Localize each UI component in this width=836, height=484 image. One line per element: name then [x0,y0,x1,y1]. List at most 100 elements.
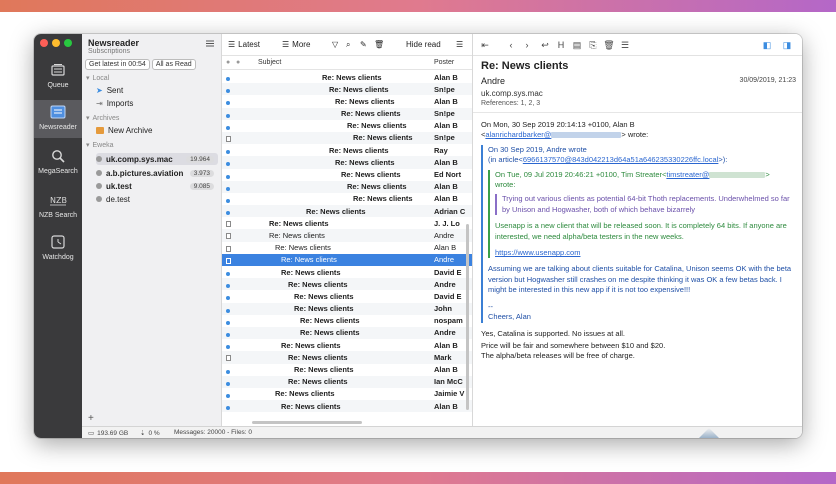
article-row[interactable]: Re: News clients Sn!pe [222,107,472,120]
row-subject: Re: News clients [300,328,360,338]
article-row[interactable]: Re: News clients Alan B [222,242,472,254]
group-name: uk.comp.sys.mac [106,154,173,164]
article-row[interactable]: Re: News clients Sn!pe [222,131,472,145]
unread-dot-icon [226,98,230,107]
article-row[interactable]: Re: News clients Alan B [222,339,472,351]
sidebar-item-group[interactable]: uk.test 9.085 [96,180,218,192]
quote-level-3: Trying out various clients as potential … [495,194,795,216]
article-row[interactable]: Re: News clients J. J. Lo [222,217,472,229]
article-row[interactable]: Re: News clients David E [222,266,472,278]
sidebar-item-group[interactable]: de.test [96,193,218,205]
add-subscription-button[interactable]: + [88,413,94,424]
article-row[interactable]: Re: News clients Andre [222,278,472,291]
close-window-button[interactable] [40,39,48,47]
sidebar-item-sent[interactable]: ➤ Sent [96,86,123,95]
article-row[interactable]: Re: News clients Alan B [222,193,472,205]
article-row[interactable]: Re: News clients Andre [222,253,472,266]
tool-watchdog[interactable]: Watchdog [34,232,82,268]
column-attachment-icon[interactable]: ● [236,59,240,66]
group-name: de.test [106,194,131,204]
column-subject[interactable]: Subject [258,59,281,66]
article-row[interactable]: Re: News clients Sn!pe [222,83,472,96]
sidebar-item-imports[interactable]: ⇥ Imports [96,99,133,108]
article-row[interactable]: Re: News clients David E [222,290,472,302]
article-row[interactable]: Re: News clients nospam [222,315,472,327]
tool-nzb-search[interactable]: NZB NZB Search [34,190,82,226]
article-row[interactable]: Re: News clients Alan B [222,180,472,193]
reply-icon[interactable]: ↩ [539,39,551,51]
article-references[interactable]: References: 1, 2, 3 [481,100,540,107]
collapse-pane-icon[interactable]: ⇤ [479,39,491,51]
unread-dot-icon [226,184,230,193]
section-eweka[interactable]: ▾ Eweka [86,141,114,150]
article-row[interactable]: Re: News clients Jaimie V [222,388,472,400]
filter-icon[interactable]: ▽ [332,40,338,49]
article-row[interactable]: Re: News clients Andre [222,229,472,242]
get-latest-dropdown[interactable]: Get latest in 00:54 [85,59,150,70]
article-from[interactable]: Andre [481,76,505,86]
article-row[interactable]: Re: News clients Andre [222,326,472,340]
hamburger-icon[interactable]: ☰ [619,39,631,51]
section-local[interactable]: ▾ Local [86,74,109,83]
trash-icon[interactable]: 🗑 [603,39,615,51]
latest-label: Latest [238,40,260,49]
sidebar-item-label: Imports [106,99,134,108]
previous-icon[interactable]: ‹ [505,39,517,51]
document-icon[interactable]: ▤ [571,39,583,51]
email-link[interactable]: timstreater@ [666,170,709,179]
search-icon[interactable]: ⌕ [346,40,350,50]
document-icon [226,354,231,363]
compose-icon[interactable]: ✎ [360,40,367,49]
tool-queue[interactable]: Queue [34,60,82,96]
article-row[interactable]: Re: News clients Ian McC [222,375,472,388]
row-subject: Re: News clients [294,291,354,301]
column-poster[interactable]: Poster [434,59,454,66]
article-row[interactable]: Re: News clients Ray [222,144,472,156]
export-icon[interactable]: ⎘ [587,39,599,51]
unread-dot-icon [226,293,230,302]
reader-toolbar: ⇤ ‹ › ↩ H ▤ ⎘ 🗑 ☰ ◧ ◨ [473,34,802,56]
article-row[interactable]: Re: News clients Ed Nort [222,169,472,181]
article-row[interactable]: Re: News clients Alan B [222,71,472,83]
sidebar-item-group[interactable]: uk.comp.sys.mac 19.964 [96,153,218,165]
document-icon [226,257,231,266]
article-row[interactable]: Re: News clients John [222,302,472,315]
article-row[interactable]: Re: News clients Alan B [222,364,472,376]
tool-newsreader[interactable]: Newsreader [34,100,82,138]
article-row[interactable]: Re: News clients Alan B [222,95,472,107]
section-archives[interactable]: ▾ Archives [86,114,119,123]
trash-icon[interactable]: 🗑 [374,40,384,49]
right-panel-toggle-icon[interactable]: ◨ [781,39,793,51]
tool-megasearch[interactable]: MegaSearch [34,146,82,182]
message-id-link[interactable]: 6966137570@843d042213d64a51a646235330226… [523,155,719,164]
next-icon[interactable]: › [521,39,533,51]
more-button[interactable]: ☰ More [282,40,310,49]
minimize-window-button[interactable] [52,39,60,47]
hide-read-button[interactable]: Hide read [406,40,441,49]
hamburger-icon[interactable]: ☰ [456,40,463,49]
hamburger-icon[interactable] [206,40,214,49]
unread-dot-icon [226,74,230,83]
usenapp-link[interactable]: https://www.usenapp.com [495,248,795,258]
article-row[interactable]: Re: News clients Adrian C [222,205,472,218]
quote-level-1: On 30 Sep 2019, Andre wrote (in article<… [481,144,795,323]
vertical-scrollbar[interactable] [466,224,469,410]
sidebar-item-new-archive[interactable]: New Archive [96,126,152,135]
row-poster: Ed Nort [434,170,462,179]
newsreader-icon [34,102,82,122]
column-status-icon[interactable]: ● [226,59,230,66]
article-row[interactable]: Re: News clients Alan B [222,400,472,413]
header-icon[interactable]: H [555,39,567,51]
latest-button[interactable]: ☰ Latest [228,40,260,49]
article-row[interactable]: Re: News clients Mark [222,351,472,364]
article-row[interactable]: Re: News clients Alan B [222,120,472,132]
left-panel-toggle-icon[interactable]: ◧ [761,39,773,51]
article-row[interactable]: Re: News clients Alan B [222,156,472,169]
horizontal-scrollbar[interactable] [252,421,362,424]
row-poster: Ray [434,145,448,155]
unread-dot-icon [226,342,230,351]
email-link[interactable]: alanrichardbarker@ [485,130,551,139]
mark-read-dropdown[interactable]: All as Read [151,59,196,70]
sidebar-item-group[interactable]: a.b.pictures.aviation 3.973 [96,167,218,179]
zoom-window-button[interactable] [64,39,72,47]
